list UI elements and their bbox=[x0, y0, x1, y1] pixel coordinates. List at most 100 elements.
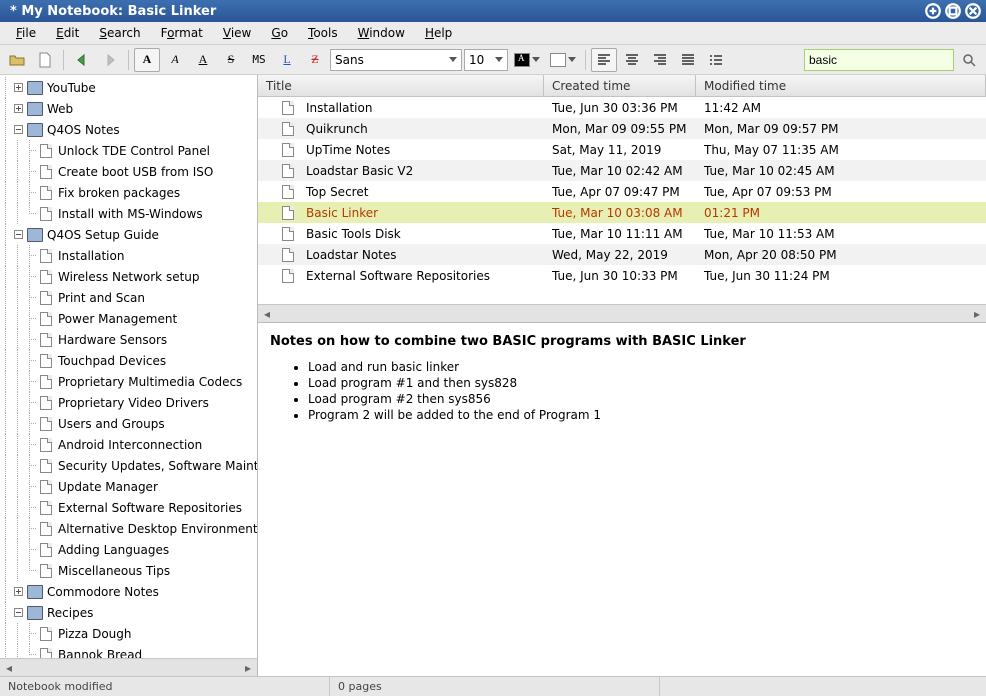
menu-format[interactable]: Format bbox=[151, 23, 213, 43]
back-button[interactable] bbox=[69, 48, 95, 72]
text-color-button[interactable]: A bbox=[510, 48, 544, 72]
monospace-button[interactable]: MS bbox=[246, 48, 272, 72]
close-button[interactable] bbox=[964, 2, 982, 20]
tree-label: Touchpad Devices bbox=[58, 354, 166, 368]
tree-folder-q4os-notes[interactable]: Q4OS Notes bbox=[0, 119, 257, 140]
scroll-left-icon[interactable]: ◂ bbox=[2, 661, 16, 675]
search-input[interactable] bbox=[809, 53, 949, 67]
align-right-button[interactable] bbox=[647, 48, 673, 72]
tree-horizontal-scrollbar[interactable]: ◂ ▸ bbox=[0, 658, 257, 676]
menu-edit[interactable]: Edit bbox=[46, 23, 89, 43]
tree-page[interactable]: Alternative Desktop Environments bbox=[0, 518, 257, 539]
bullet-list-button[interactable] bbox=[703, 48, 729, 72]
tree-page[interactable]: Touchpad Devices bbox=[0, 350, 257, 371]
page-icon bbox=[282, 101, 294, 115]
folder-icon bbox=[27, 102, 43, 116]
align-left-button[interactable] bbox=[591, 48, 617, 72]
maximize-button[interactable] bbox=[944, 2, 962, 20]
tree-page[interactable]: Bannok Bread bbox=[0, 644, 257, 658]
list-row[interactable]: InstallationTue, Jun 30 03:36 PM11:42 AM bbox=[258, 97, 986, 118]
font-family-select[interactable]: Sans bbox=[330, 49, 462, 71]
bold-button[interactable]: A bbox=[134, 48, 160, 72]
list-row[interactable]: Top SecretTue, Apr 07 09:47 PMTue, Apr 0… bbox=[258, 181, 986, 202]
scroll-right-icon[interactable]: ▸ bbox=[970, 307, 984, 321]
page-icon bbox=[282, 227, 294, 241]
underline-button[interactable]: A bbox=[190, 48, 216, 72]
search-button[interactable] bbox=[956, 48, 982, 72]
tree-page[interactable]: Fix broken packages bbox=[0, 182, 257, 203]
tree-page[interactable]: Proprietary Video Drivers bbox=[0, 392, 257, 413]
list-body[interactable]: InstallationTue, Jun 30 03:36 PM11:42 AM… bbox=[258, 97, 986, 304]
tree-scrollview[interactable]: YouTubeWebQ4OS NotesUnlock TDE Control P… bbox=[0, 75, 257, 658]
tree-page[interactable]: Adding Languages bbox=[0, 539, 257, 560]
clear-format-button[interactable]: Ƶ bbox=[302, 48, 328, 72]
menu-file[interactable]: File bbox=[6, 23, 46, 43]
menu-help[interactable]: Help bbox=[415, 23, 462, 43]
tree-folder-youtube[interactable]: YouTube bbox=[0, 77, 257, 98]
minimize-button[interactable] bbox=[924, 2, 942, 20]
tree-page[interactable]: Create boot USB from ISO bbox=[0, 161, 257, 182]
list-row[interactable]: UpTime NotesSat, May 11, 2019Thu, May 07… bbox=[258, 139, 986, 160]
menu-window[interactable]: Window bbox=[348, 23, 415, 43]
tree-page[interactable]: Wireless Network setup bbox=[0, 266, 257, 287]
scroll-right-icon[interactable]: ▸ bbox=[241, 661, 255, 675]
note-editor[interactable]: Notes on how to combine two BASIC progra… bbox=[258, 323, 986, 676]
page-icon bbox=[40, 480, 52, 494]
tree-page[interactable]: Proprietary Multimedia Codecs bbox=[0, 371, 257, 392]
tree-page[interactable]: Miscellaneous Tips bbox=[0, 560, 257, 581]
tree-page[interactable]: Unlock TDE Control Panel bbox=[0, 140, 257, 161]
tree-page[interactable]: Pizza Dough bbox=[0, 623, 257, 644]
menu-view[interactable]: View bbox=[213, 23, 261, 43]
list-horizontal-scrollbar[interactable]: ◂ ▸ bbox=[258, 304, 986, 322]
tree-page[interactable]: Print and Scan bbox=[0, 287, 257, 308]
menu-search[interactable]: Search bbox=[89, 23, 150, 43]
list-row[interactable]: Loadstar Basic V2Tue, Mar 10 02:42 AMTue… bbox=[258, 160, 986, 181]
page-icon bbox=[40, 396, 52, 410]
tree-folder-q4os-setup[interactable]: Q4OS Setup Guide bbox=[0, 224, 257, 245]
tree-label: Miscellaneous Tips bbox=[58, 564, 170, 578]
tree-folder-web[interactable]: Web bbox=[0, 98, 257, 119]
search-box[interactable] bbox=[804, 49, 954, 71]
strike-button[interactable]: S bbox=[218, 48, 244, 72]
tree-page[interactable]: External Software Repositories bbox=[0, 497, 257, 518]
align-center-button[interactable] bbox=[619, 48, 645, 72]
list-row[interactable]: QuikrunchMon, Mar 09 09:55 PMMon, Mar 09… bbox=[258, 118, 986, 139]
list-row[interactable]: Basic LinkerTue, Mar 10 03:08 AM01:21 PM bbox=[258, 202, 986, 223]
tree-folder-commodore[interactable]: Commodore Notes bbox=[0, 581, 257, 602]
row-modified: Tue, Mar 10 11:53 AM bbox=[696, 227, 986, 241]
column-modified[interactable]: Modified time bbox=[696, 75, 986, 96]
list-row[interactable]: External Software RepositoriesTue, Jun 3… bbox=[258, 265, 986, 286]
tree-page[interactable]: Installation bbox=[0, 245, 257, 266]
list-row[interactable]: Basic Tools DiskTue, Mar 10 11:11 AMTue,… bbox=[258, 223, 986, 244]
tree-page[interactable]: Android Interconnection bbox=[0, 434, 257, 455]
row-modified: Tue, Apr 07 09:53 PM bbox=[696, 185, 986, 199]
link-button[interactable]: L bbox=[274, 48, 300, 72]
column-title[interactable]: Title bbox=[258, 75, 544, 96]
tree-label: Hardware Sensors bbox=[58, 333, 167, 347]
tree-page[interactable]: Install with MS-Windows bbox=[0, 203, 257, 224]
row-modified: Thu, May 07 11:35 AM bbox=[696, 143, 986, 157]
font-size-select[interactable]: 10 bbox=[464, 49, 508, 71]
list-row[interactable]: Loadstar NotesWed, May 22, 2019Mon, Apr … bbox=[258, 244, 986, 265]
open-button[interactable] bbox=[4, 48, 30, 72]
highlight-color-button[interactable] bbox=[546, 48, 580, 72]
tree-label: Power Management bbox=[58, 312, 177, 326]
tree-page[interactable]: Security Updates, Software Maintenance bbox=[0, 455, 257, 476]
tree-page[interactable]: Users and Groups bbox=[0, 413, 257, 434]
align-justify-button[interactable] bbox=[675, 48, 701, 72]
forward-button[interactable] bbox=[97, 48, 123, 72]
tree-page[interactable]: Hardware Sensors bbox=[0, 329, 257, 350]
menu-tools[interactable]: Tools bbox=[298, 23, 348, 43]
main-area: YouTubeWebQ4OS NotesUnlock TDE Control P… bbox=[0, 75, 986, 676]
tree-page[interactable]: Update Manager bbox=[0, 476, 257, 497]
tree-folder-recipes[interactable]: Recipes bbox=[0, 602, 257, 623]
new-page-button[interactable] bbox=[32, 48, 58, 72]
scroll-left-icon[interactable]: ◂ bbox=[260, 307, 274, 321]
italic-button[interactable]: A bbox=[162, 48, 188, 72]
menu-go[interactable]: Go bbox=[261, 23, 298, 43]
column-created[interactable]: Created time bbox=[544, 75, 696, 96]
status-right bbox=[660, 677, 986, 696]
row-created: Mon, Mar 09 09:55 PM bbox=[544, 122, 696, 136]
tree-page[interactable]: Power Management bbox=[0, 308, 257, 329]
toolbar-separator bbox=[585, 50, 586, 70]
